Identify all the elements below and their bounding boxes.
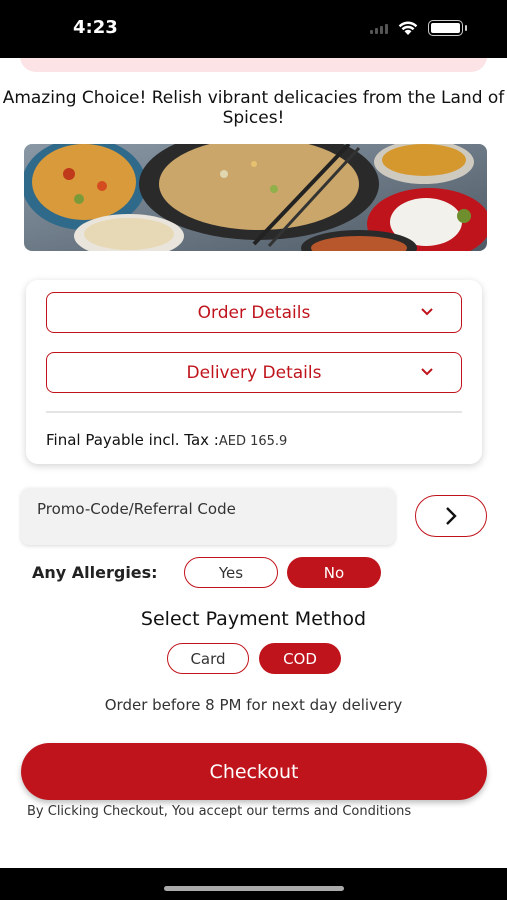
payable-label: Final Payable incl. Tax :	[46, 431, 219, 449]
allergies-yes-button[interactable]: Yes	[184, 557, 278, 588]
headline: Amazing Choice! Relish vibrant delicacie…	[2, 88, 505, 128]
delivery-note: Order before 8 PM for next day delivery	[104, 696, 403, 714]
order-details-label: Order Details	[197, 302, 311, 323]
chevron-down-icon	[421, 368, 433, 376]
apply-promo-button[interactable]	[415, 495, 487, 537]
promo-code-input[interactable]: Promo-Code/Referral Code	[21, 488, 395, 545]
food-banner-image	[24, 144, 487, 251]
delivery-details-dropdown[interactable]: Delivery Details	[46, 352, 462, 393]
payment-cod-button[interactable]: COD	[259, 643, 341, 674]
checkout-screen: Amazing Choice! Relish vibrant delicacie…	[0, 58, 507, 868]
payment-card-button[interactable]: Card	[167, 643, 249, 674]
status-bar: 4:23	[0, 0, 507, 58]
terms-text: By Clicking Checkout, You accept our ter…	[27, 804, 412, 819]
chevron-right-icon	[446, 507, 457, 525]
checkout-button[interactable]: Checkout	[21, 743, 487, 800]
allergies-no-button[interactable]: No	[287, 557, 381, 588]
status-icons	[370, 20, 467, 36]
delivery-details-label: Delivery Details	[186, 362, 322, 383]
wifi-icon	[398, 20, 418, 35]
payable-amount: AED 165.9	[218, 434, 288, 449]
chevron-down-icon	[421, 308, 433, 316]
status-time: 4:23	[73, 17, 118, 38]
card-divider	[46, 411, 462, 413]
payment-method-title: Select Payment Method	[140, 608, 367, 630]
header-strip	[20, 58, 487, 72]
home-indicator[interactable]	[164, 886, 344, 891]
final-payable: Final Payable incl. Tax :AED 165.9	[46, 431, 287, 449]
details-card: Order Details Delivery Details Final Pay…	[26, 280, 482, 464]
signal-icon	[370, 22, 388, 34]
home-bar	[0, 868, 507, 900]
battery-icon	[428, 20, 467, 36]
order-details-dropdown[interactable]: Order Details	[46, 292, 462, 333]
allergies-label: Any Allergies:	[32, 563, 158, 582]
